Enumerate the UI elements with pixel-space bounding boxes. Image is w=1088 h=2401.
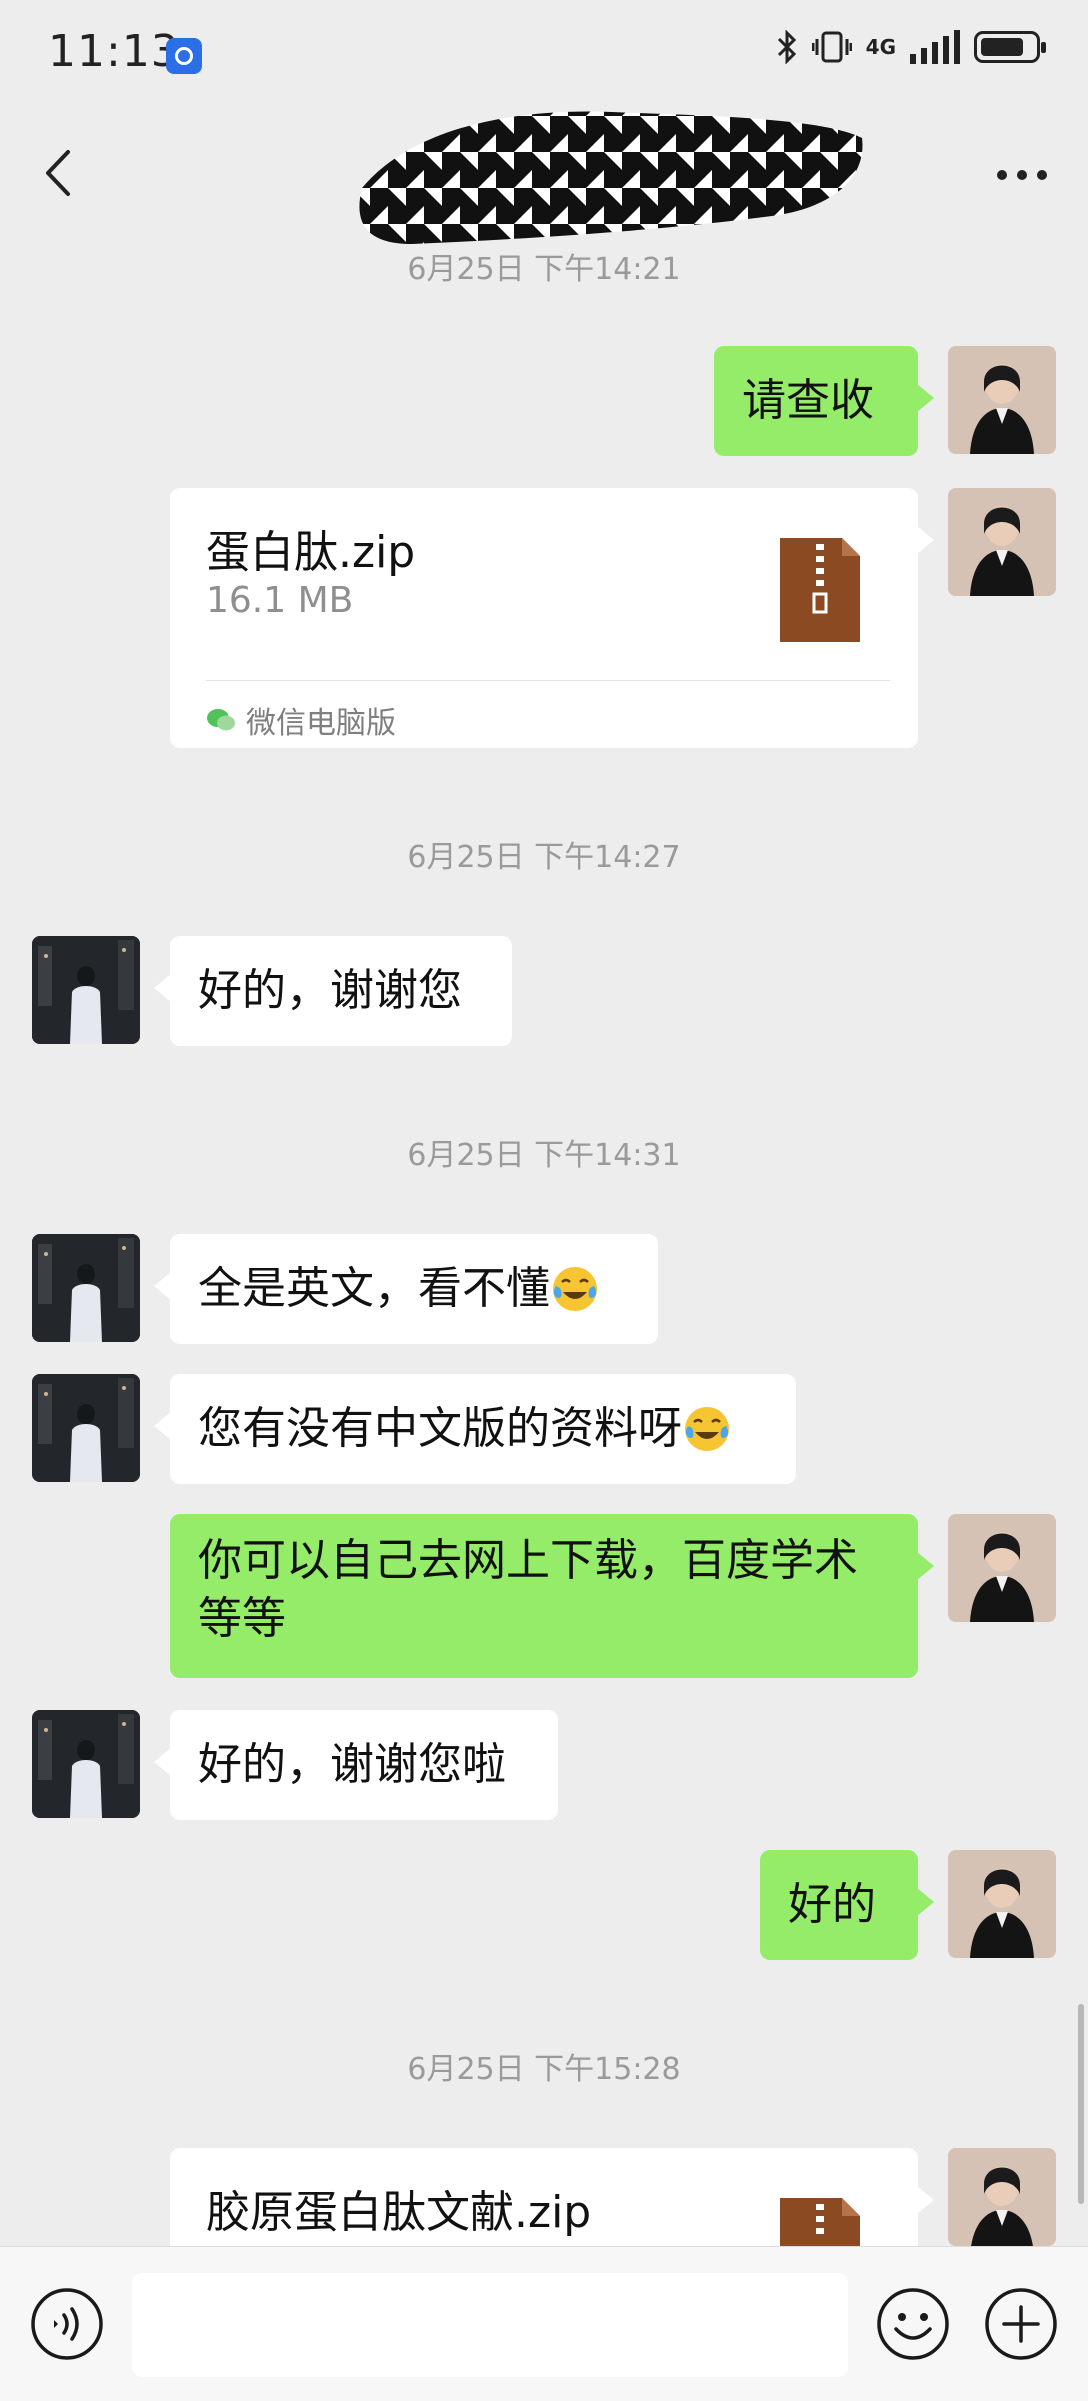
more-icon[interactable] (996, 168, 1048, 182)
timestamp: 6月25日 下午15:28 (407, 2052, 681, 2087)
status-time: 11:13 (48, 26, 180, 77)
avatar[interactable] (948, 1514, 1056, 1622)
avatar[interactable] (32, 1234, 140, 1342)
avatar[interactable] (948, 1850, 1056, 1958)
timestamp: 6月25日 下午14:21 (407, 252, 681, 287)
bluetooth-icon (777, 30, 796, 64)
zip-file-icon (780, 538, 860, 642)
message-text: 好的，谢谢您啦 (198, 1739, 506, 1790)
message-bubble-sent[interactable]: 请查收 (714, 346, 934, 456)
avatar[interactable] (32, 1710, 140, 1818)
avatar[interactable] (948, 346, 1056, 454)
plus-icon[interactable] (984, 2287, 1058, 2361)
message-text: 好的，谢谢您 (198, 965, 462, 1016)
input-bar (0, 2246, 1088, 2401)
file-source-label: 微信电脑版 (246, 706, 396, 741)
file-message-card[interactable]: 蛋白肽.zip 16.1 MB 微信电脑版 (170, 488, 934, 748)
message-text-line-2: 等等 (198, 1593, 286, 1644)
status-icons: 4G (776, 30, 1046, 64)
crying-laughing-emoji-icon (553, 1267, 597, 1311)
vibrate-icon (811, 31, 852, 63)
message-bubble-received[interactable]: 您有没有中文版的资料呀 (154, 1374, 796, 1484)
file-name: 胶原蛋白肽文献.zip (206, 2187, 592, 2238)
message-bubble-received[interactable]: 全是英文，看不懂 (154, 1234, 658, 1344)
message-text-line-1: 你可以自己去网上下载，百度学术 (198, 1535, 858, 1586)
message-bubble-received[interactable]: 好的，谢谢您 (154, 936, 512, 1046)
scrollbar[interactable] (1078, 2004, 1084, 2204)
redacted-title (359, 111, 863, 245)
avatar[interactable] (32, 1374, 140, 1482)
signal-icon (910, 30, 960, 64)
avatar[interactable] (948, 2148, 1056, 2246)
divider (206, 680, 890, 681)
timestamp: 6月25日 下午14:31 (407, 1138, 681, 1173)
voice-icon[interactable] (30, 2287, 104, 2361)
emoji-icon[interactable] (876, 2287, 950, 2361)
timestamp: 6月25日 下午14:27 (407, 840, 681, 875)
wechat-icon (207, 709, 235, 731)
status-bar: 11:13 4G (0, 0, 1088, 110)
file-source: 微信电脑版 (206, 698, 396, 742)
message-text: 请查收 (742, 375, 874, 426)
back-icon[interactable] (40, 148, 80, 198)
message-text: 您有没有中文版的资料呀 (198, 1403, 682, 1454)
crying-laughing-emoji-icon (685, 1407, 729, 1451)
network-type: 4G (865, 35, 896, 59)
message-text: 好的 (788, 1879, 876, 1930)
battery-icon (974, 31, 1046, 63)
message-input[interactable] (132, 2273, 848, 2377)
message-text: 全是英文，看不懂 (198, 1263, 550, 1314)
app-notification-icon (166, 38, 202, 74)
avatar[interactable] (32, 936, 140, 1044)
file-name: 蛋白肽.zip (206, 527, 416, 578)
file-size: 16.1 MB (206, 580, 354, 621)
message-bubble-received[interactable]: 好的，谢谢您啦 (154, 1710, 558, 1820)
message-bubble-sent[interactable]: 你可以自己去网上下载，百度学术 等等 (170, 1514, 934, 1678)
message-bubble-sent[interactable]: 好的 (760, 1850, 934, 1960)
avatar[interactable] (948, 488, 1056, 596)
